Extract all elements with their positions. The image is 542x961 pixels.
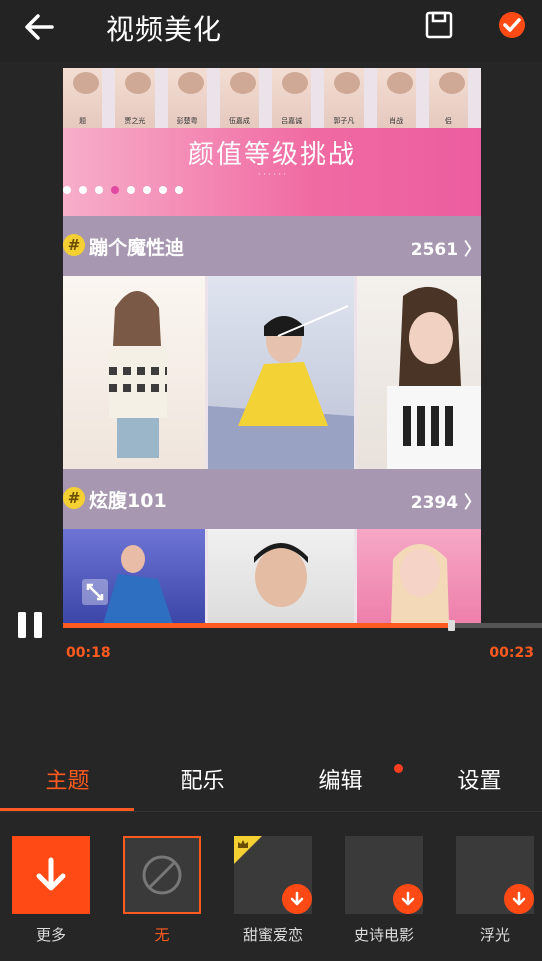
carousel-dot-active — [111, 186, 119, 194]
carousel-dot — [79, 186, 87, 194]
check-icon — [499, 12, 525, 38]
section-header: # 蹦个魔性迪 2561 〉 — [63, 216, 481, 276]
crown-icon — [238, 840, 248, 848]
face-thumb: 侣 — [428, 68, 468, 128]
hashtag-icon: # — [63, 234, 85, 256]
section-count: 2394 〉 — [410, 493, 481, 513]
banner-subtitle: · · · · · · — [258, 170, 286, 179]
theme-thumb — [456, 836, 534, 914]
carousel-dot — [143, 186, 151, 194]
total-time: 00:23 — [489, 645, 534, 661]
tab-settings[interactable]: 设置 — [412, 756, 542, 812]
progress-fill — [63, 623, 451, 628]
progress-knob[interactable] — [448, 620, 455, 631]
back-button[interactable] — [22, 10, 56, 44]
tab-theme[interactable]: 主题 — [0, 756, 135, 812]
hashtag-icon: # — [63, 487, 85, 509]
carousel-dot — [159, 186, 167, 194]
face-thumb: 彭楚粤 — [167, 68, 207, 128]
page-title: 视频美化 — [106, 13, 223, 46]
video-thumb — [357, 276, 481, 469]
video-row — [63, 529, 481, 624]
current-time: 00:18 — [66, 645, 111, 661]
video-thumb — [63, 276, 205, 469]
banner-title: 颜值等级挑战 — [187, 140, 356, 170]
face-thumb: 题 — [63, 68, 103, 128]
fullscreen-button[interactable] — [81, 578, 109, 606]
tab-music[interactable]: 配乐 — [135, 756, 270, 812]
carousel-dot — [95, 186, 103, 194]
download-badge[interactable] — [504, 884, 534, 914]
pause-button[interactable] — [14, 608, 48, 642]
download-icon — [512, 891, 526, 906]
theme-label: 无 — [154, 926, 170, 944]
face-thumb: 肖战 — [376, 68, 416, 128]
theme-label: 甜蜜爱恋 — [242, 926, 303, 944]
tab-bar: 主题 配乐 编辑 设置 — [0, 756, 542, 812]
top-bar: 视频美化 — [0, 0, 542, 62]
theme-label: 浮光 — [479, 926, 510, 944]
video-thumb — [208, 529, 354, 624]
theme-item-none[interactable]: 无 — [123, 836, 201, 945]
face-strip: 题 贾之光 彭楚粤 伍嘉成 吕嘉诚 郭子凡 肖战 侣 — [63, 68, 481, 128]
notification-dot — [394, 764, 403, 773]
face-thumb: 伍嘉成 — [219, 68, 259, 128]
video-row — [63, 276, 481, 469]
fullscreen-icon — [82, 579, 108, 605]
theme-item-floating-light[interactable]: 浮光 — [456, 836, 534, 945]
back-arrow-icon — [25, 14, 54, 40]
carousel-dot — [127, 186, 135, 194]
save-icon — [425, 11, 453, 39]
theme-item-sweet-love[interactable]: 甜蜜爱恋 — [234, 836, 312, 945]
section-title: 蹦个魔性迪 — [89, 237, 185, 259]
theme-thumb — [12, 836, 90, 914]
download-icon — [290, 891, 304, 906]
carousel-dot — [63, 186, 71, 194]
download-icon — [36, 857, 66, 891]
video-preview[interactable]: 题 贾之光 彭楚粤 伍嘉成 吕嘉诚 郭子凡 肖战 侣 颜值等级挑战 · · · … — [63, 68, 481, 624]
carousel-dots — [63, 186, 183, 194]
divider — [0, 811, 542, 812]
section-count: 2561 〉 — [410, 240, 481, 260]
face-thumb: 吕嘉诚 — [272, 68, 312, 128]
confirm-button[interactable] — [498, 11, 526, 39]
theme-thumb — [345, 836, 423, 914]
progress-bar[interactable] — [63, 620, 542, 631]
video-thumb — [63, 529, 205, 624]
download-icon — [401, 891, 415, 906]
carousel-dot — [175, 186, 183, 194]
video-thumb — [208, 276, 354, 469]
theme-item-epic-movie[interactable]: 史诗电影 — [345, 836, 423, 945]
section-title: 炫腹101 — [89, 490, 167, 512]
theme-label: 史诗电影 — [353, 926, 414, 944]
challenge-banner: 颜值等级挑战 · · · · · · — [63, 128, 481, 216]
theme-thumb — [123, 836, 201, 914]
theme-list: 更多 无 甜蜜爱恋 史诗电影 浮光 — [0, 830, 542, 961]
save-button[interactable] — [425, 11, 453, 39]
download-badge[interactable] — [393, 884, 423, 914]
face-thumb: 郭子凡 — [324, 68, 364, 128]
pause-icon — [18, 612, 42, 638]
section-header: # 炫腹101 2394 〉 — [63, 469, 481, 529]
theme-label: 更多 — [35, 926, 66, 944]
video-thumb — [357, 529, 481, 624]
face-thumb: 贾之光 — [115, 68, 155, 128]
none-icon — [142, 855, 182, 895]
tab-edit[interactable]: 编辑 — [273, 756, 408, 812]
theme-item-more[interactable]: 更多 — [12, 836, 90, 945]
download-badge[interactable] — [282, 884, 312, 914]
theme-thumb — [234, 836, 312, 914]
